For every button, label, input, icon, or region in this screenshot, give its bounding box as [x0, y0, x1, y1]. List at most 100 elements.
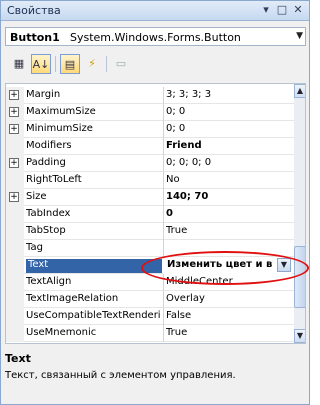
property-row[interactable]: RightToLeft No: [6, 172, 294, 189]
expand-icon[interactable]: +: [9, 124, 19, 134]
description-title: Text: [5, 352, 31, 365]
title-bar: Свойства ▾ □ ✕: [1, 1, 309, 21]
column-divider: [163, 172, 164, 189]
property-name: TabIndex: [26, 208, 71, 219]
column-divider: [163, 291, 164, 308]
column-divider: [163, 138, 164, 155]
description-text: Текст, связанный с элементом управления.: [5, 370, 236, 381]
row-gutter: [6, 223, 24, 240]
expand-icon[interactable]: +: [9, 158, 19, 168]
property-row[interactable]: + MinimumSize 0; 0: [6, 121, 294, 138]
property-name: Margin: [26, 89, 61, 100]
property-row[interactable]: UseCompatibleTextRenderi False: [6, 308, 294, 325]
property-value[interactable]: 3; 3; 3; 3: [166, 89, 292, 103]
row-gutter: [6, 308, 24, 325]
row-gutter: [6, 274, 24, 291]
property-value[interactable]: 0; 0; 0; 0: [166, 157, 292, 171]
column-divider: [163, 206, 164, 223]
close-icon[interactable]: ✕: [291, 3, 305, 17]
annotation-ellipse: [141, 251, 309, 285]
expand-icon[interactable]: +: [9, 90, 19, 100]
property-name: UseCompatibleTextRenderi: [26, 310, 161, 321]
property-row[interactable]: UseMnemonic True: [6, 325, 294, 342]
expand-icon[interactable]: +: [9, 107, 19, 117]
property-row[interactable]: + Size 140; 70: [6, 189, 294, 206]
property-value[interactable]: 140; 70: [166, 191, 292, 205]
property-name: Size: [26, 191, 47, 202]
property-pages-icon: ▭: [115, 57, 127, 70]
column-divider: [163, 240, 164, 257]
properties-button[interactable]: ▤: [60, 54, 80, 74]
description-pane: Text Текст, связанный с элементом управл…: [5, 350, 306, 402]
object-type: System.Windows.Forms.Button: [70, 31, 241, 44]
property-name: TextAlign: [26, 276, 72, 287]
property-value[interactable]: True: [166, 327, 292, 341]
expand-icon[interactable]: +: [9, 192, 19, 202]
column-divider: [163, 308, 164, 325]
row-gutter: +: [6, 87, 24, 104]
categorized-icon: ▦: [13, 57, 25, 70]
vertical-scrollbar[interactable]: ▲ ▼: [294, 84, 305, 343]
properties-panel: Свойства ▾ □ ✕ Button1 System.Windows.Fo…: [0, 0, 310, 405]
property-value[interactable]: True: [166, 225, 292, 239]
property-value[interactable]: Friend: [166, 140, 292, 154]
property-row[interactable]: TabStop True: [6, 223, 294, 240]
toolbar-separator: [55, 56, 56, 72]
property-value[interactable]: Overlay: [166, 293, 292, 307]
row-gutter: [6, 257, 24, 274]
chevron-down-icon[interactable]: ▼: [296, 31, 303, 41]
maximize-icon[interactable]: □: [275, 3, 289, 17]
property-row[interactable]: TextImageRelation Overlay: [6, 291, 294, 308]
property-name: MinimumSize: [26, 123, 93, 134]
property-name: TabStop: [26, 225, 66, 236]
row-gutter: [6, 240, 24, 257]
toolbar-separator: [106, 56, 107, 72]
column-divider: [163, 87, 164, 104]
property-value[interactable]: 0; 0: [166, 123, 292, 137]
column-divider: [163, 325, 164, 342]
row-gutter: [6, 291, 24, 308]
toolbar: ▦ A↓ ▤ ⚡ ▭: [5, 52, 306, 76]
row-gutter: +: [6, 189, 24, 206]
property-row[interactable]: + MaximumSize 0; 0: [6, 104, 294, 121]
row-gutter: [6, 138, 24, 155]
property-value[interactable]: 0: [166, 208, 292, 222]
row-gutter: +: [6, 121, 24, 138]
column-divider: [163, 189, 164, 206]
property-row[interactable]: + Margin 3; 3; 3; 3: [6, 87, 294, 104]
row-gutter: [6, 206, 24, 223]
object-name: Button1: [10, 31, 60, 44]
property-name: MaximumSize: [26, 106, 96, 117]
row-gutter: +: [6, 104, 24, 121]
properties-icon: ▤: [64, 58, 76, 71]
panel-title: Свойства: [7, 4, 61, 17]
alphabetical-icon: A↓: [32, 58, 50, 71]
categorized-button[interactable]: ▦: [9, 54, 29, 74]
property-pages-button[interactable]: ▭: [111, 54, 131, 74]
property-value[interactable]: 0; 0: [166, 106, 292, 120]
scroll-down-icon[interactable]: ▼: [294, 329, 305, 343]
property-name: Padding: [26, 157, 66, 168]
dropdown-icon[interactable]: ▾: [259, 3, 273, 17]
column-divider: [163, 155, 164, 172]
row-gutter: +: [6, 155, 24, 172]
events-icon: ⚡: [88, 57, 96, 70]
property-name: TextImageRelation: [26, 293, 119, 304]
column-divider: [163, 223, 164, 240]
object-selector[interactable]: Button1 System.Windows.Forms.Button ▼: [5, 27, 306, 46]
events-button[interactable]: ⚡: [82, 54, 102, 74]
row-gutter: [6, 325, 24, 342]
property-grid: + Margin 3; 3; 3; 3 + MaximumSize 0; 0 + Minimu…: [5, 83, 306, 344]
property-value[interactable]: No: [166, 174, 292, 188]
property-name: Tag: [26, 242, 43, 253]
column-divider: [163, 104, 164, 121]
property-row[interactable]: + Padding 0; 0; 0; 0: [6, 155, 294, 172]
property-name: Modifiers: [26, 140, 72, 151]
property-value[interactable]: False: [166, 310, 292, 324]
alphabetical-button[interactable]: A↓: [31, 54, 51, 74]
row-gutter: [6, 172, 24, 189]
property-row[interactable]: Modifiers Friend: [6, 138, 294, 155]
property-row[interactable]: TabIndex 0: [6, 206, 294, 223]
scroll-up-icon[interactable]: ▲: [294, 84, 305, 98]
property-name: UseMnemonic: [26, 327, 97, 338]
